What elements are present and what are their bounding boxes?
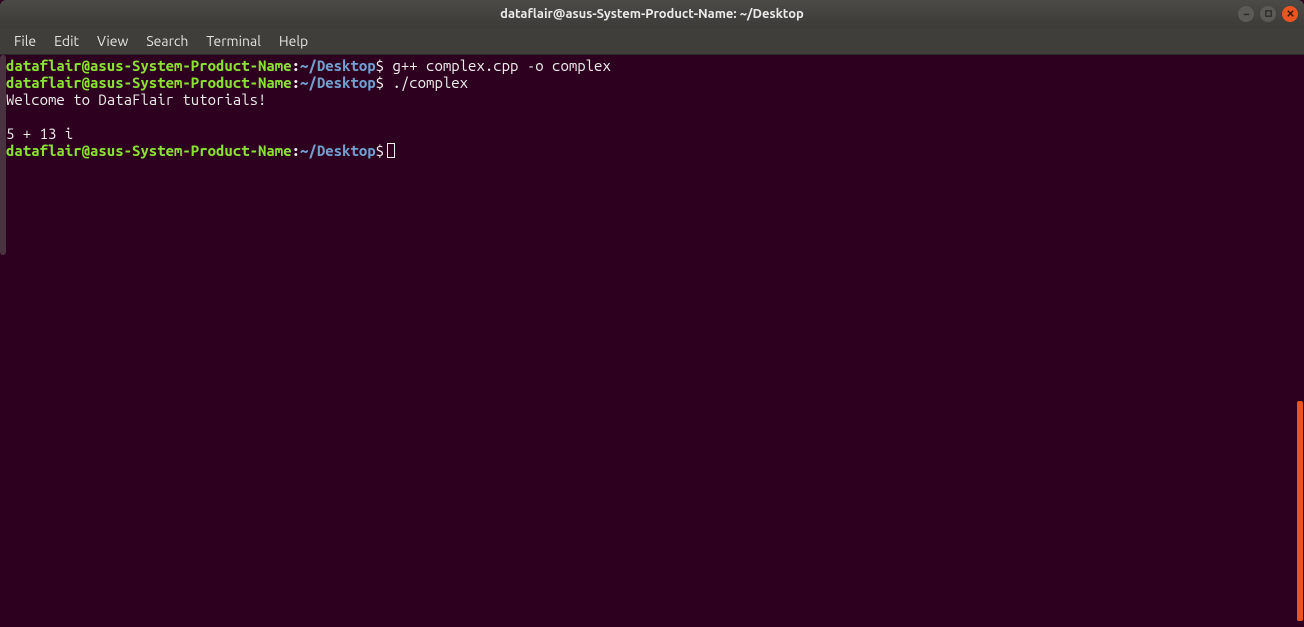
prompt-dollar: $ (376, 74, 384, 91)
menu-view[interactable]: View (89, 30, 136, 52)
terminal-window: dataflair@asus-System-Product-Name: ~/De… (0, 0, 1304, 627)
titlebar: dataflair@asus-System-Product-Name: ~/De… (0, 0, 1304, 28)
command-text: g++ complex.cpp -o complex (384, 57, 611, 74)
close-icon (1286, 9, 1295, 20)
menu-edit[interactable]: Edit (46, 30, 87, 52)
prompt-path-dir: Desktop (317, 142, 376, 159)
prompt-path-dir: Desktop (317, 57, 376, 74)
prompt-path-tilde: ~/ (300, 142, 317, 159)
terminal-line: Welcome to DataFlair tutorials! (6, 91, 1304, 108)
terminal-viewport[interactable]: dataflair@asus-System-Product-Name:~/Des… (0, 55, 1304, 627)
prompt-dollar: $ (376, 57, 384, 74)
terminal-line: 5 + 13 i (6, 125, 1304, 142)
minimize-icon (1242, 9, 1251, 20)
window-title: dataflair@asus-System-Product-Name: ~/De… (500, 7, 804, 21)
scrollbar-right-indicator[interactable] (1297, 401, 1303, 621)
prompt-colon: : (292, 74, 300, 91)
prompt-path-dir: Desktop (317, 74, 376, 91)
maximize-button[interactable] (1260, 6, 1276, 22)
terminal-line: dataflair@asus-System-Product-Name:~/Des… (6, 142, 1304, 159)
prompt-path-tilde: ~/ (300, 74, 317, 91)
menu-search[interactable]: Search (138, 30, 196, 52)
window-controls (1238, 6, 1298, 22)
menubar: File Edit View Search Terminal Help (0, 28, 1304, 55)
menu-file[interactable]: File (6, 30, 44, 52)
command-text: ./complex (384, 74, 468, 91)
close-button[interactable] (1282, 6, 1298, 22)
prompt-path-tilde: ~/ (300, 57, 317, 74)
terminal-line: dataflair@asus-System-Product-Name:~/Des… (6, 74, 1304, 91)
minimize-button[interactable] (1238, 6, 1254, 22)
prompt-dollar: $ (376, 142, 384, 159)
prompt-user-host: dataflair@asus-System-Product-Name (6, 74, 292, 91)
output-text: Welcome to DataFlair tutorials! (6, 91, 266, 108)
prompt-user-host: dataflair@asus-System-Product-Name (6, 57, 292, 74)
cursor-icon (387, 143, 395, 158)
prompt-colon: : (292, 57, 300, 74)
prompt-colon: : (292, 142, 300, 159)
terminal-line (6, 108, 1304, 125)
terminal-line: dataflair@asus-System-Product-Name:~/Des… (6, 57, 1304, 74)
output-text: 5 + 13 i (6, 125, 73, 142)
menu-terminal[interactable]: Terminal (198, 30, 269, 52)
maximize-icon (1264, 9, 1273, 20)
menu-help[interactable]: Help (271, 30, 316, 52)
scrollbar-left-thumb[interactable] (0, 55, 6, 255)
prompt-user-host: dataflair@asus-System-Product-Name (6, 142, 292, 159)
